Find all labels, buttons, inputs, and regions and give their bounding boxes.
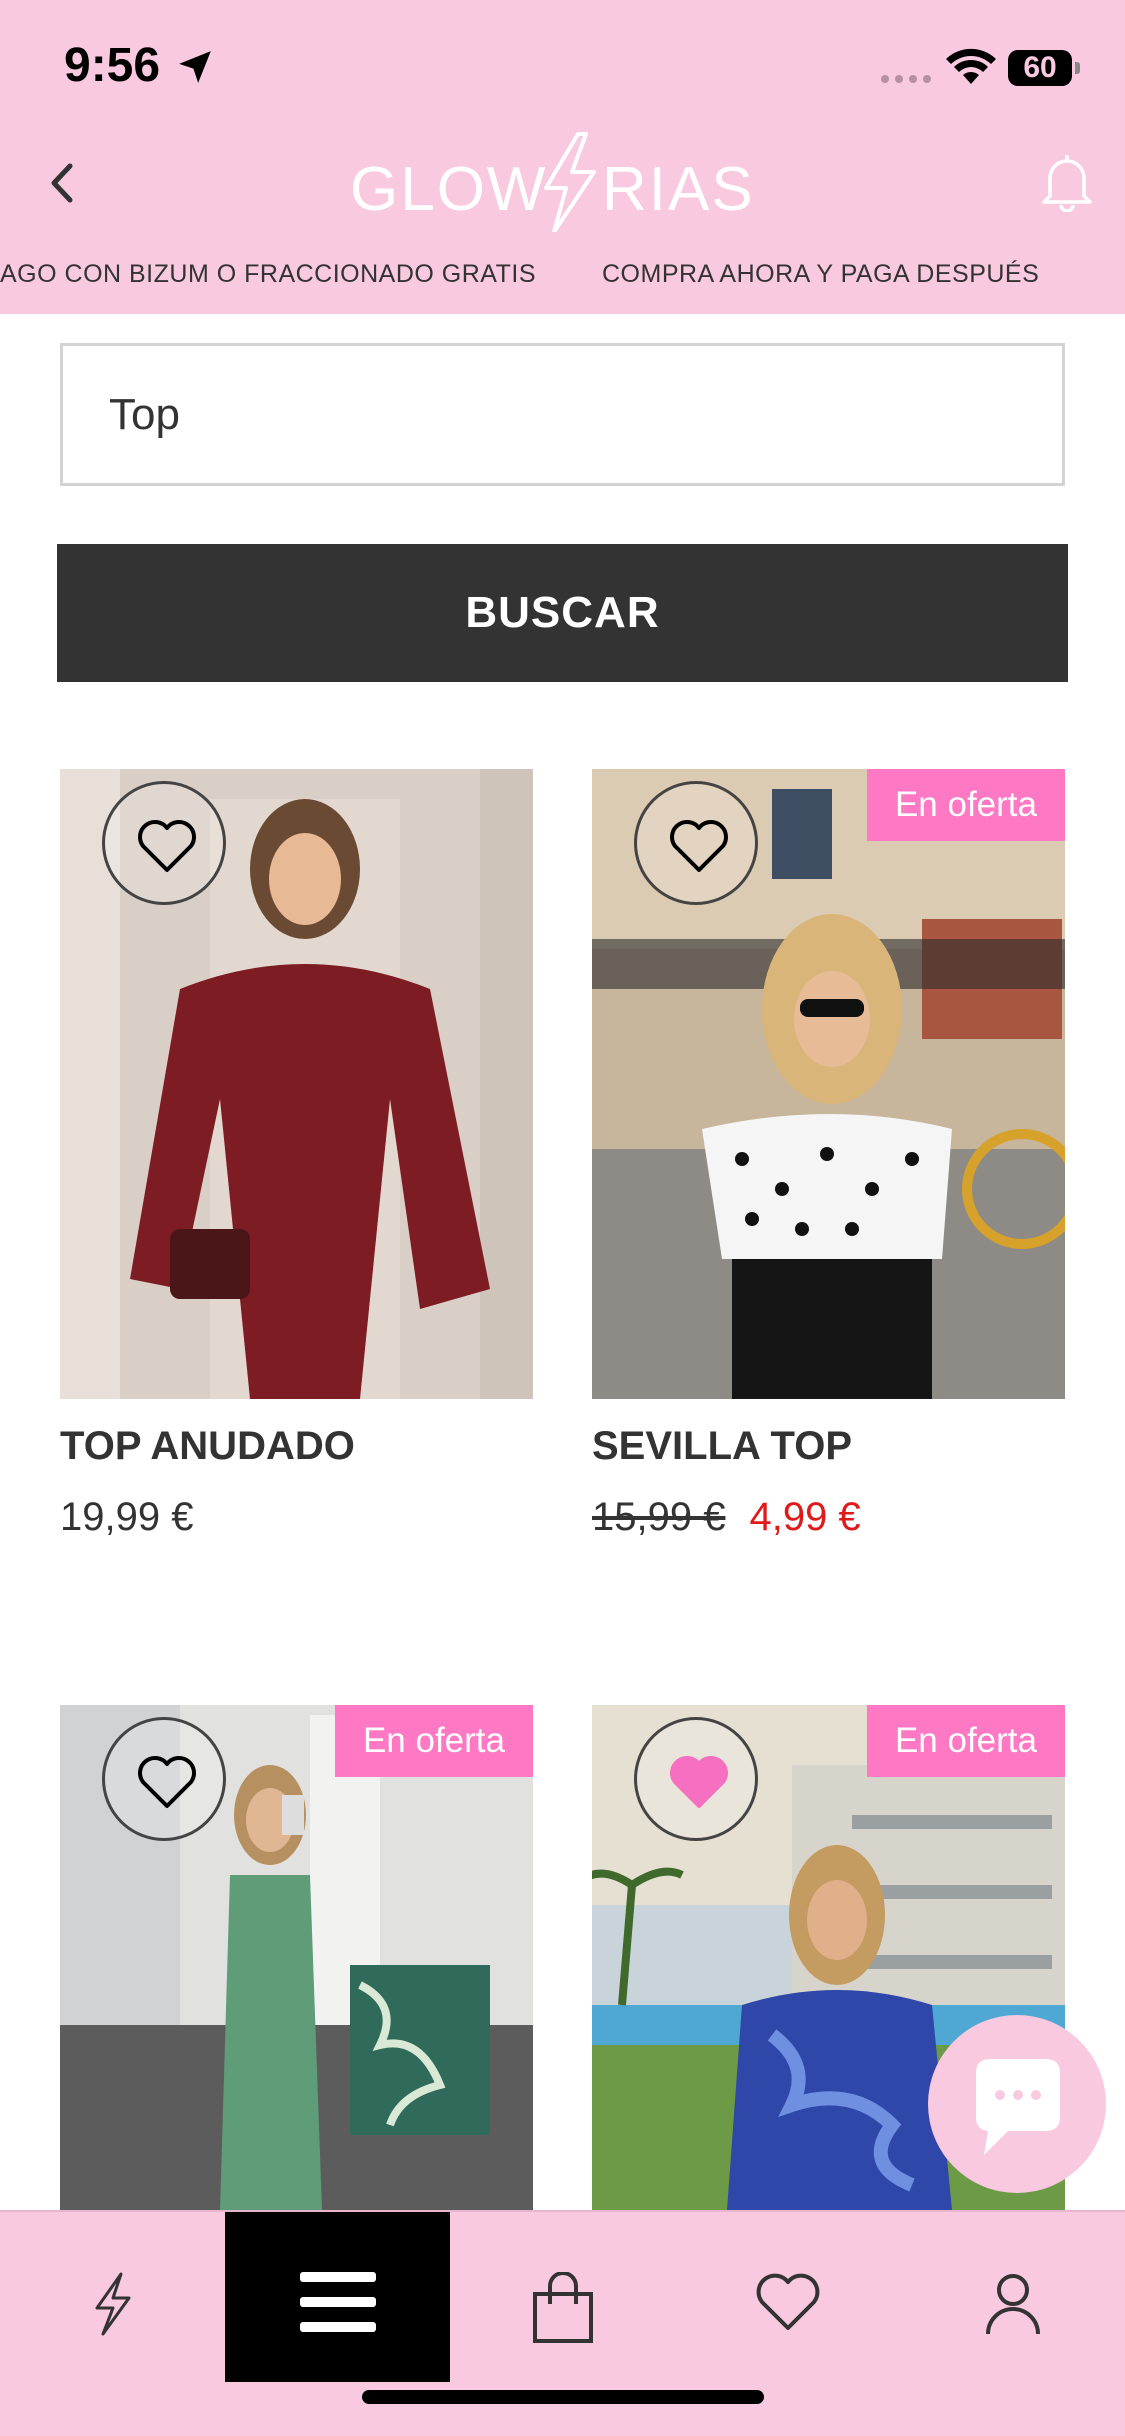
status-time: 9:56: [64, 39, 161, 92]
favorite-button[interactable]: [634, 1717, 758, 1841]
location-arrow-icon: [179, 51, 211, 83]
svg-text:GLOW: GLOW: [350, 155, 547, 224]
original-price: 15,99 €: [592, 1495, 726, 1539]
promo-text-left: AGO CON BIZUM O FRACCIONADO GRATIS: [0, 260, 537, 288]
brand-logo[interactable]: GLOW RIAS: [350, 132, 775, 232]
search-button[interactable]: BUSCAR: [57, 544, 1068, 682]
tab-bag[interactable]: [450, 2212, 675, 2382]
chat-button[interactable]: [928, 2015, 1106, 2193]
product-card[interactable]: TOP ANUDADO 19,99 €: [60, 769, 533, 1569]
bag-icon: [532, 2272, 593, 2343]
heart-outline-icon: [138, 1756, 196, 1808]
sale-price: 4,99 €: [749, 1495, 861, 1539]
product-card[interactable]: En oferta: [60, 1705, 533, 2210]
bell-icon[interactable]: [1040, 152, 1094, 212]
heart-filled-icon: [670, 1756, 728, 1808]
promo-marquee: AGO CON BIZUM O FRACCIONADO GRATIS COMPR…: [0, 260, 1125, 300]
tab-menu[interactable]: [225, 2212, 450, 2382]
sale-badge: En oferta: [866, 1705, 1065, 1777]
wifi-icon: [946, 48, 996, 84]
promo-text-right: COMPRA AHORA Y PAGA DESPUÉS: [602, 260, 1040, 288]
battery-icon: 60: [1008, 50, 1080, 86]
tab-bolt[interactable]: [0, 2212, 225, 2382]
product-price: 19,99 €: [60, 1495, 193, 1540]
svg-text:RIAS: RIAS: [602, 155, 755, 224]
signal-icon: [881, 75, 931, 83]
current-price: 19,99 €: [60, 1495, 194, 1539]
product-price: 15,99 € 4,99 €: [592, 1495, 861, 1540]
menu-icon: [299, 2272, 376, 2332]
favorite-button[interactable]: [102, 781, 226, 905]
heart-icon: [756, 2273, 819, 2330]
home-indicator: [362, 2390, 764, 2404]
sale-badge: En oferta: [334, 1705, 533, 1777]
app-header: GLOW RIAS AGO CON BIZUM O FRACCIONADO GR…: [0, 132, 1125, 314]
sale-badge: En oferta: [866, 769, 1065, 841]
tab-account[interactable]: [900, 2212, 1125, 2382]
product-card[interactable]: En oferta SEVILLA TOP 15,99 € 4,99 €: [592, 769, 1065, 1569]
favorite-button[interactable]: [634, 781, 758, 905]
tab-favorites[interactable]: [675, 2212, 900, 2382]
product-name[interactable]: SEVILLA TOP: [592, 1424, 852, 1469]
user-icon: [985, 2274, 1040, 2335]
heart-outline-icon: [670, 820, 728, 872]
product-name[interactable]: TOP ANUDADO: [60, 1424, 355, 1469]
chat-icon: [976, 2059, 1060, 2155]
heart-outline-icon: [138, 820, 196, 872]
bolt-icon: [95, 2272, 130, 2336]
status-bar: 9:56 60: [0, 0, 1125, 132]
favorite-button[interactable]: [102, 1717, 226, 1841]
chevron-left-icon[interactable]: [46, 158, 76, 208]
search-input[interactable]: Top: [60, 343, 1065, 486]
